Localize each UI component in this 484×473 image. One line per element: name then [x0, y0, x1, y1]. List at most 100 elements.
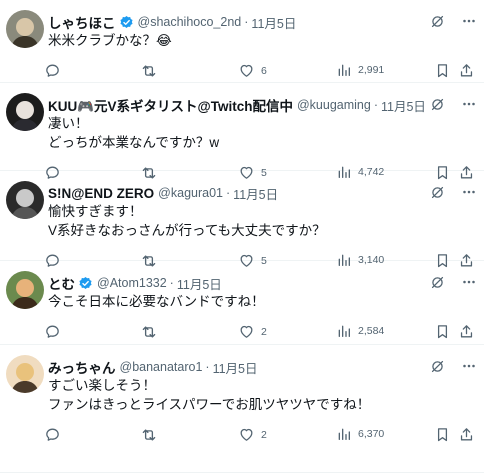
avatar[interactable]: [6, 10, 44, 48]
verified-badge-icon: [119, 15, 134, 30]
views-icon: [336, 426, 352, 442]
share-icon: [458, 327, 475, 344]
share-button[interactable]: [458, 62, 475, 84]
action-bar: 2 6,370: [44, 426, 478, 444]
top-actions: [429, 273, 478, 291]
avatar[interactable]: [6, 181, 44, 219]
share-button[interactable]: [458, 323, 475, 345]
views-count: 6,370: [358, 428, 385, 440]
display-name[interactable]: しゃちほこ: [48, 12, 116, 32]
reply-button[interactable]: [44, 426, 67, 443]
top-actions: [429, 357, 478, 375]
retweet-icon: [140, 426, 158, 444]
timestamp[interactable]: 11月5日: [213, 358, 258, 377]
retweet-button[interactable]: [140, 323, 164, 341]
reply-item[interactable]: KUU🎮元V系ギタリスト@Twitch配信中 @kuugaming · 11月5…: [0, 83, 484, 171]
like-count: 2: [261, 428, 267, 441]
separator-dot: ·: [244, 15, 249, 29]
display-name[interactable]: KUU🎮元V系ギタリスト@Twitch配信中: [48, 95, 293, 115]
separator-dot: ·: [226, 186, 231, 200]
like-count: 6: [261, 64, 267, 77]
like-button[interactable]: 2: [238, 323, 267, 340]
timestamp[interactable]: 11月5日: [251, 13, 296, 32]
handle[interactable]: @kuugaming: [297, 98, 371, 112]
reply-header: S!N@END ZERO @kagura01 · 11月5日: [48, 183, 424, 203]
reply-header: KUU🎮元V系ギタリスト@Twitch配信中 @kuugaming · 11月5…: [48, 95, 424, 115]
bookmark-button[interactable]: [434, 62, 451, 84]
reply-feed: しゃちほこ @shachihoco_2nd · 11月5日 米米クラブかな？😂: [0, 0, 484, 473]
timestamp[interactable]: 11月5日: [381, 96, 424, 115]
retweet-icon: [140, 62, 158, 80]
handle[interactable]: @shachihoco_2nd: [138, 15, 242, 29]
avatar[interactable]: [6, 93, 44, 131]
display-name[interactable]: とむ: [48, 273, 75, 293]
like-button[interactable]: 2: [238, 426, 267, 443]
views-button[interactable]: 2,584: [336, 323, 384, 339]
views-button[interactable]: 6,370: [336, 426, 384, 442]
action-bar: 2 2,584: [44, 323, 478, 341]
grok-icon[interactable]: [429, 13, 446, 30]
grok-icon[interactable]: [429, 184, 446, 201]
like-count: 2: [261, 325, 267, 338]
display-name[interactable]: みっちゃん: [48, 357, 116, 377]
reply-text: 米米クラブかな？😂: [48, 33, 172, 48]
reply-text: 今こそ日本に必要なバンドですね！: [48, 294, 265, 309]
reply-text: 愉快すぎます！ V系好きなおっさんが行っても大丈夫ですか？: [48, 204, 326, 238]
handle[interactable]: @bananataro1: [120, 360, 203, 374]
grok-icon[interactable]: [429, 96, 446, 113]
display-name[interactable]: S!N@END ZERO: [48, 186, 154, 201]
retweet-button[interactable]: [140, 62, 164, 80]
like-icon: [238, 323, 255, 340]
views-count: 2,991: [358, 64, 385, 76]
reply-item[interactable]: とむ @Atom1332 · 11月5日 今こそ日本に必要なバンドですね！ 2 …: [0, 261, 484, 345]
retweet-button[interactable]: [140, 426, 164, 444]
reply-button[interactable]: [44, 62, 67, 79]
bookmark-button[interactable]: [434, 323, 451, 345]
grok-icon[interactable]: [429, 274, 446, 291]
more-icon[interactable]: [460, 273, 478, 291]
top-actions: [429, 183, 478, 201]
reply-text: すごい楽しそう！ ファンはきっとライスパワーでお肌ツヤツヤですね！: [48, 378, 371, 412]
like-button[interactable]: 6: [238, 62, 267, 79]
bookmark-icon: [434, 430, 451, 447]
views-count: 2,584: [358, 325, 385, 337]
timestamp[interactable]: 11月5日: [233, 184, 278, 203]
reply-item[interactable]: みっちゃん @bananataro1 · 11月5日 すごい楽しそう！ ファンは…: [0, 345, 484, 473]
reply-button[interactable]: [44, 323, 67, 340]
views-icon: [336, 323, 352, 339]
separator-dot: ·: [169, 276, 174, 290]
share-icon: [458, 66, 475, 83]
bookmark-icon: [434, 327, 451, 344]
reply-icon: [44, 426, 61, 443]
like-icon: [238, 426, 255, 443]
action-bar: 6 2,991: [44, 62, 478, 80]
reply-header: しゃちほこ @shachihoco_2nd · 11月5日: [48, 12, 424, 32]
top-actions: [429, 12, 478, 30]
avatar[interactable]: [6, 271, 44, 309]
more-icon[interactable]: [460, 12, 478, 30]
reply-text: 凄い！ どっちが本業なんですか？w: [48, 116, 220, 150]
more-icon[interactable]: [460, 357, 478, 375]
reply-icon: [44, 62, 61, 79]
like-icon: [238, 62, 255, 79]
retweet-icon: [140, 323, 158, 341]
reply-item[interactable]: S!N@END ZERO @kagura01 · 11月5日 愉快すぎます！ V…: [0, 171, 484, 261]
views-icon: [336, 62, 352, 78]
separator-dot: ·: [373, 98, 378, 112]
views-button[interactable]: 2,991: [336, 62, 384, 78]
reply-header: とむ @Atom1332 · 11月5日: [48, 273, 424, 293]
verified-badge-icon: [78, 276, 93, 291]
more-icon[interactable]: [460, 183, 478, 201]
top-actions: [429, 95, 478, 113]
reply-header: みっちゃん @bananataro1 · 11月5日: [48, 357, 424, 377]
reply-icon: [44, 323, 61, 340]
grok-icon[interactable]: [429, 358, 446, 375]
reply-item[interactable]: しゃちほこ @shachihoco_2nd · 11月5日 米米クラブかな？😂: [0, 0, 484, 83]
share-button[interactable]: [458, 426, 475, 448]
handle[interactable]: @kagura01: [158, 186, 223, 200]
handle[interactable]: @Atom1332: [97, 276, 167, 290]
bookmark-button[interactable]: [434, 426, 451, 448]
more-icon[interactable]: [460, 95, 478, 113]
timestamp[interactable]: 11月5日: [177, 274, 222, 293]
avatar[interactable]: [6, 355, 44, 393]
